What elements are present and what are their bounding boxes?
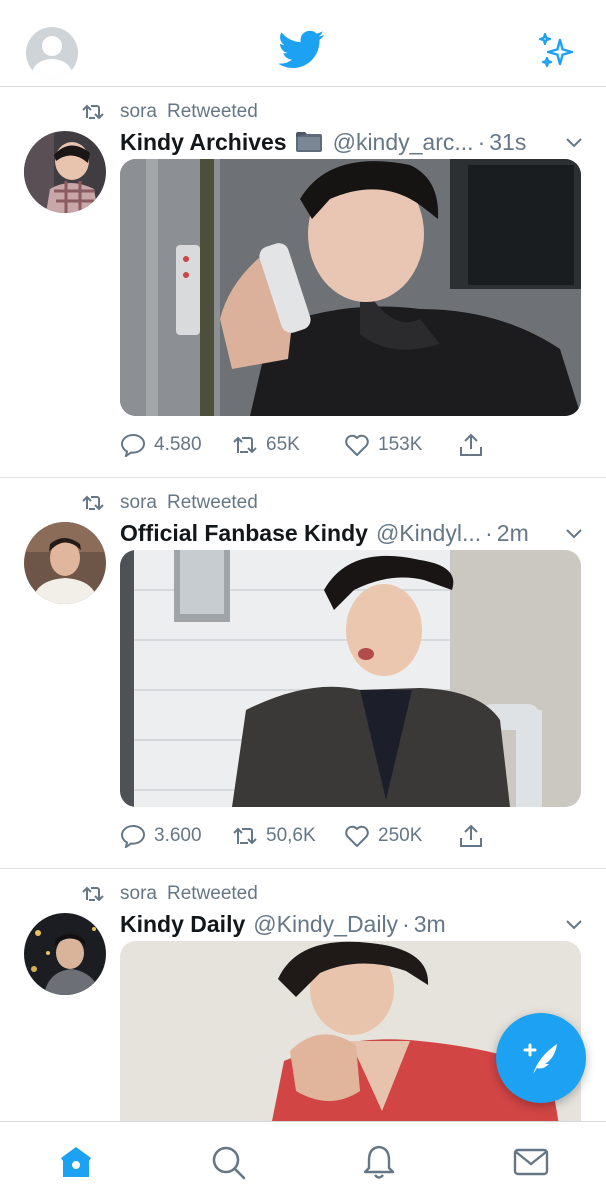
tweet-time: 2m bbox=[496, 519, 529, 546]
profile-avatar-icon[interactable] bbox=[26, 27, 78, 79]
retweet-icon bbox=[82, 886, 104, 902]
reply-count: 3.600 bbox=[154, 825, 202, 846]
tweet-photo[interactable] bbox=[120, 159, 581, 416]
avatar[interactable] bbox=[24, 913, 106, 995]
share-icon bbox=[460, 824, 482, 847]
share-button[interactable] bbox=[458, 431, 492, 459]
retweet-context: sora Retweeted bbox=[82, 883, 258, 905]
retweeted-label: Retweeted bbox=[166, 883, 258, 904]
retweet-button[interactable]: 50,6K bbox=[232, 822, 316, 850]
separator-dot: · bbox=[485, 519, 493, 546]
tweet-time: 3m bbox=[413, 910, 446, 937]
share-icon bbox=[460, 433, 482, 456]
retweeter-name[interactable]: sora bbox=[120, 883, 157, 905]
bottom-nav bbox=[0, 1121, 606, 1201]
tweet-time: 31s bbox=[489, 128, 527, 155]
avatar[interactable] bbox=[24, 522, 106, 604]
folder-emoji-icon bbox=[295, 132, 322, 152]
author-handle[interactable]: @kindy_arc... bbox=[333, 129, 474, 156]
tweet-header: Kindy Daily @Kindy_Daily · 3m bbox=[120, 909, 590, 939]
reply-button[interactable]: 4.580 bbox=[120, 431, 202, 459]
retweet-icon bbox=[233, 436, 257, 454]
author-name[interactable]: Kindy Archives bbox=[120, 129, 287, 156]
retweet-count: 50,6K bbox=[266, 825, 316, 846]
share-button[interactable] bbox=[458, 822, 492, 850]
reply-button[interactable]: 3.600 bbox=[120, 822, 202, 850]
retweet-count: 65K bbox=[266, 434, 300, 455]
like-button[interactable]: 250K bbox=[344, 822, 422, 850]
tweet-actions: 3.600 50,6K 250K bbox=[120, 822, 590, 850]
retweet-context: sora Retweeted bbox=[82, 492, 258, 514]
author-name[interactable]: Kindy Daily bbox=[120, 911, 245, 938]
heart-icon bbox=[345, 434, 369, 456]
sparkle-icon[interactable] bbox=[538, 32, 576, 70]
compose-tweet-icon bbox=[523, 1043, 557, 1074]
top-bar bbox=[0, 0, 606, 87]
tweet[interactable]: sora Retweeted Official Fanbase Kindy @K… bbox=[0, 478, 606, 869]
reply-icon bbox=[120, 824, 146, 848]
like-count: 153K bbox=[378, 434, 423, 455]
tweet[interactable]: sora Retweeted Kindy Archives @kindy_arc… bbox=[0, 87, 606, 478]
chevron-down-icon[interactable] bbox=[566, 528, 582, 540]
reply-icon bbox=[120, 433, 146, 457]
notifications-icon[interactable] bbox=[359, 1142, 399, 1182]
home-icon[interactable] bbox=[56, 1142, 96, 1182]
timeline-feed[interactable]: sora Retweeted Kindy Archives @kindy_arc… bbox=[0, 87, 606, 1121]
retweeted-label: Retweeted bbox=[166, 492, 258, 513]
retweeter-name[interactable]: sora bbox=[120, 101, 157, 123]
retweet-icon bbox=[82, 104, 104, 120]
retweeted-label: Retweeted bbox=[166, 101, 258, 122]
retweet-icon bbox=[233, 827, 257, 845]
retweet-button[interactable]: 65K bbox=[232, 431, 300, 459]
separator-dot: · bbox=[402, 910, 410, 937]
author-handle[interactable]: @Kindyl... bbox=[376, 520, 481, 547]
twitter-bird-icon[interactable] bbox=[278, 30, 326, 70]
separator-dot: · bbox=[477, 128, 486, 155]
tweet-header: Kindy Archives @kindy_arc... · 31s bbox=[120, 127, 590, 157]
search-icon[interactable] bbox=[208, 1142, 248, 1182]
heart-icon bbox=[345, 825, 369, 847]
retweet-context: sora Retweeted bbox=[82, 101, 258, 123]
tweet-photo[interactable] bbox=[120, 550, 581, 807]
reply-count: 4.580 bbox=[154, 434, 202, 455]
author-name[interactable]: Official Fanbase Kindy bbox=[120, 520, 368, 547]
retweeter-name[interactable]: sora bbox=[120, 492, 157, 514]
author-handle[interactable]: @Kindy_Daily bbox=[253, 911, 398, 938]
messages-icon[interactable] bbox=[511, 1142, 551, 1182]
tweet-actions: 4.580 65K 153K bbox=[120, 431, 590, 459]
tweet-header: Official Fanbase Kindy @Kindyl... · 2m bbox=[120, 518, 590, 548]
chevron-down-icon[interactable] bbox=[566, 919, 582, 931]
like-button[interactable]: 153K bbox=[344, 431, 422, 459]
avatar[interactable] bbox=[24, 131, 106, 213]
chevron-down-icon[interactable] bbox=[566, 137, 582, 149]
retweet-icon bbox=[82, 495, 104, 511]
like-count: 250K bbox=[378, 825, 423, 846]
compose-tweet-button[interactable] bbox=[496, 1013, 586, 1103]
